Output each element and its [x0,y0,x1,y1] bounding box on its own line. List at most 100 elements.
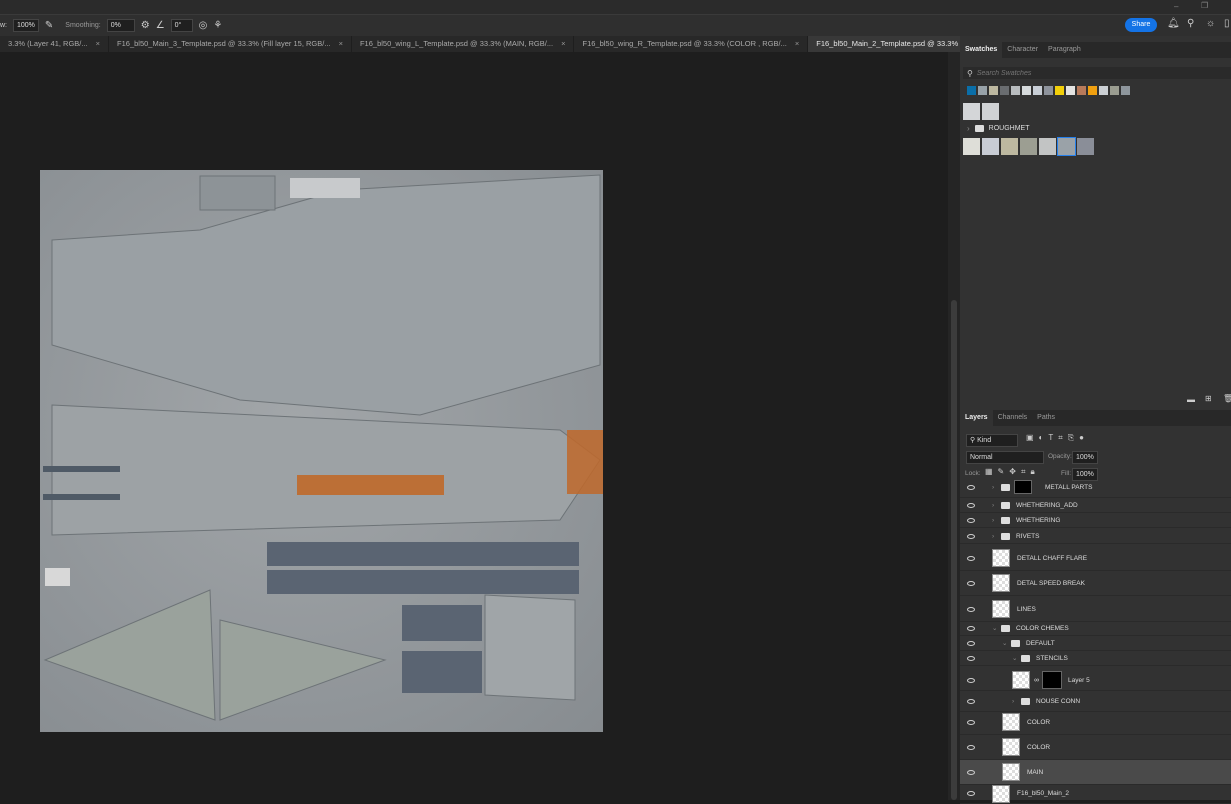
scrollbar-thumb[interactable] [951,300,957,800]
swatch[interactable] [1077,138,1094,155]
close-icon[interactable]: × [96,39,100,48]
layer-row[interactable]: COLOR [960,735,1231,760]
eye-icon[interactable] [967,677,975,683]
new-swatch-icon[interactable]: ⊞ [1205,394,1212,403]
workspace-icon[interactable]: ▯ [1224,18,1230,29]
layer-row[interactable]: ⌄ DEFAULT [960,636,1231,651]
doc-tab[interactable]: F16_bl50_wing_R_Template.psd @ 33.3% (CO… [574,36,809,52]
close-icon[interactable]: × [339,39,343,48]
eye-icon[interactable] [967,769,975,775]
layer-row[interactable]: DETAL SPEED BREAK [960,571,1231,596]
lock-icons[interactable]: ▦✎✥⌗🔒︎ [985,467,1040,477]
chevron-down-icon[interactable]: ⌄ [992,624,997,632]
search-swatches[interactable]: ⚲ [963,67,1231,79]
swatch[interactable] [1033,86,1042,95]
layer-row[interactable]: F16_bl50_Main_2 [960,784,1231,804]
eye-icon[interactable] [967,744,975,750]
eye-icon[interactable] [967,719,975,725]
swatch[interactable] [1121,86,1130,95]
lightbulb-icon[interactable]: ☼ [1206,18,1215,29]
swatch[interactable] [1000,86,1009,95]
swatch[interactable] [1088,86,1097,95]
doc-tab[interactable]: F16_bl50_Main_3_Template.psd @ 33.3% (Fi… [109,36,352,52]
chevron-down-icon[interactable]: ⌄ [1002,639,1007,647]
restore-icon[interactable]: ❐ [1201,1,1208,10]
eye-icon[interactable] [967,517,975,523]
flow-input[interactable]: 100% [13,19,39,32]
swatch[interactable] [967,86,976,95]
tab-layers[interactable]: Layers [960,410,993,426]
opacity-input[interactable]: 100% [1072,451,1098,464]
swatch[interactable] [1011,86,1020,95]
chevron-right-icon[interactable]: › [967,124,970,133]
tab-swatches[interactable]: Swatches [960,42,1003,58]
layer-row[interactable]: ∞ Layer 5 [960,670,1231,691]
eye-icon[interactable] [967,699,975,704]
tab-channels[interactable]: Channels [993,410,1033,426]
swatch[interactable] [1001,138,1018,155]
tab-paths[interactable]: Paths [1032,410,1060,426]
filter-icons[interactable]: ▣◐T⌗⎘● [1026,433,1089,443]
swatch[interactable] [1110,86,1119,95]
layer-row[interactable]: › METALL PARTS [960,477,1231,498]
eye-icon[interactable] [967,484,975,490]
eye-icon[interactable] [967,502,975,508]
gear-icon[interactable]: ⚙ [141,20,150,31]
tab-character[interactable]: Character [1002,42,1043,58]
eye-icon[interactable] [967,655,975,661]
delete-icon[interactable]: 🗑︎ [1223,394,1231,403]
blend-mode-select[interactable]: Normal [966,451,1044,464]
doc-tab[interactable]: F16_bl50_wing_L_Template.psd @ 33.3% (MA… [352,36,575,52]
tab-paragraph[interactable]: Paragraph [1043,42,1086,58]
layer-row[interactable]: › RIVETS [960,529,1231,544]
eye-icon[interactable] [967,791,975,796]
swatch[interactable] [963,103,980,120]
airbrush-icon[interactable]: ✎ [45,20,53,31]
swatch-group-roughmet[interactable]: › ROUGHMET [967,124,1030,133]
eye-icon[interactable] [967,533,975,539]
swatch[interactable] [963,138,980,155]
close-icon[interactable]: × [795,39,799,48]
layer-row[interactable]: DETALL CHAFF FLARE [960,546,1231,571]
swatch[interactable] [1099,86,1108,95]
eye-icon[interactable] [967,625,975,631]
eye-icon[interactable] [967,555,975,561]
document-canvas[interactable] [40,170,603,732]
new-group-icon[interactable]: ▬ [1187,395,1195,404]
smoothing-input[interactable]: 0% [106,19,135,32]
layer-row[interactable]: › WHETHERING [960,513,1231,528]
vertical-scrollbar[interactable] [948,52,960,800]
chevron-right-icon[interactable]: › [992,517,994,524]
layer-row[interactable]: COLOR [960,710,1231,735]
swatch[interactable] [1077,86,1086,95]
chevron-right-icon[interactable]: › [992,533,994,540]
eye-icon[interactable] [967,606,975,612]
swatch[interactable] [982,138,999,155]
symmetry-icon[interactable]: ⚘ [213,20,222,31]
eye-icon[interactable] [967,640,975,646]
chevron-right-icon[interactable]: › [992,502,994,509]
layer-row[interactable]: MAIN [960,760,1231,785]
swatch[interactable] [1044,86,1053,95]
layer-row[interactable]: › NOUSE CONN [960,692,1231,712]
minimize-icon[interactable]: – [1174,2,1178,11]
pressure-icon[interactable]: ◎ [199,20,208,31]
doc-tab[interactable]: 3.3% (Layer 41, RGB/... × [0,36,110,52]
search-swatches-input[interactable] [976,69,1217,77]
swatch[interactable] [1055,86,1064,95]
swatch[interactable] [982,103,999,120]
swatch[interactable] [1066,86,1075,95]
close-icon[interactable]: × [561,39,565,48]
chevron-down-icon[interactable]: ⌄ [1012,654,1017,662]
share-button[interactable]: Share [1125,18,1157,32]
layer-row[interactable]: LINES [960,597,1231,622]
layer-row[interactable]: ⌄ STENCILS [960,651,1231,666]
layer-row[interactable]: › WHETHERING_ADD [960,498,1231,513]
swatch[interactable] [1022,86,1031,95]
link-icon[interactable]: ∞ [1034,677,1039,684]
swatch[interactable] [1039,138,1056,155]
bell-icon[interactable]: 🔔︎ [1167,18,1180,29]
layer-row[interactable]: ⌄ COLOR CHEMES [960,621,1231,636]
search-icon[interactable]: ⚲ [1187,18,1194,29]
angle-input[interactable]: 0° [170,19,193,32]
